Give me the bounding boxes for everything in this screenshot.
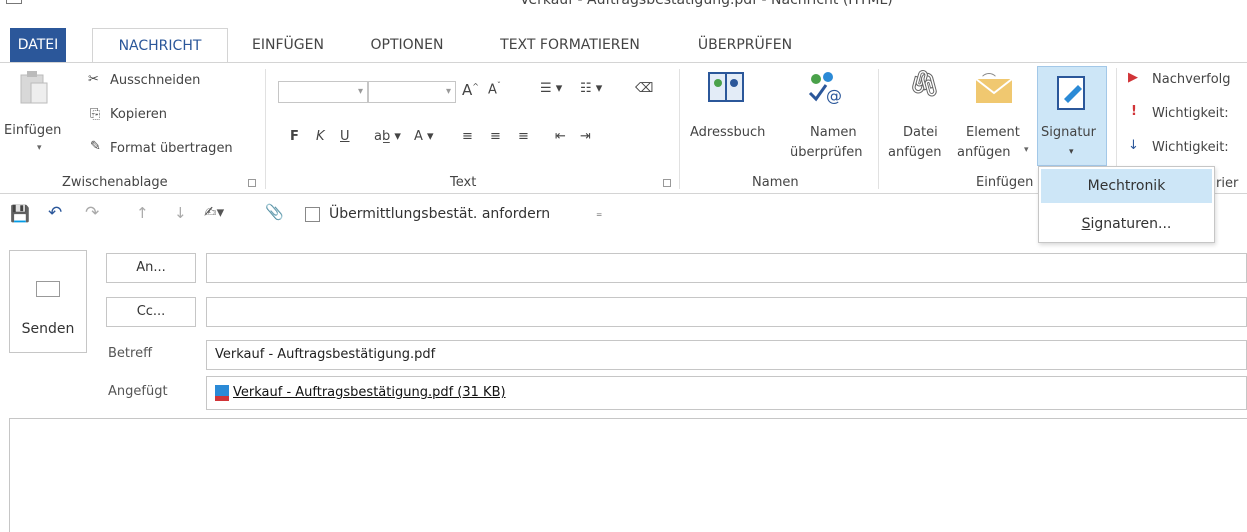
tab-format-text[interactable]: TEXT FORMATIEREN (480, 28, 660, 62)
signature-dropdown-icon: ▾ (1069, 147, 1074, 157)
cc-button[interactable]: Cc... (106, 297, 196, 327)
paste-button[interactable]: Einfügen (4, 123, 61, 138)
title-bar: Verkauf - Auftragsbestätigung.pdf - Nach… (0, 0, 1247, 24)
check-names-icon: @ (806, 71, 842, 109)
tab-insert[interactable]: EINFÜGEN (236, 28, 340, 62)
pdf-file-icon (215, 384, 229, 401)
signature-menu-item-signatures[interactable]: Signaturen... (1041, 207, 1212, 241)
message-body[interactable] (9, 418, 1247, 532)
format-painter-button[interactable]: Format übertragen (110, 141, 233, 156)
clipboard-launcher-icon[interactable] (248, 179, 256, 187)
window-icon[interactable] (6, 0, 22, 4)
copy-button[interactable]: Kopieren (110, 107, 167, 122)
underline-button[interactable]: U (340, 129, 350, 144)
high-importance-icon: ! (1131, 104, 1137, 119)
subject-field[interactable]: Verkauf - Auftragsbestätigung.pdf (206, 340, 1247, 370)
numbering-icon[interactable]: ☷ ▾ (580, 81, 602, 96)
paste-dropdown-icon[interactable]: ▾ (37, 143, 42, 153)
attach-item-line1[interactable]: Element (966, 125, 1020, 140)
bold-button[interactable]: F (290, 129, 299, 144)
next-item-icon[interactable]: ↓ (174, 204, 187, 222)
group-label-names: Namen (752, 175, 799, 190)
undo-icon[interactable]: ↶ (48, 203, 62, 223)
cut-icon: ✂ (88, 72, 99, 87)
attach-item-line2[interactable]: anfügen (957, 145, 1011, 160)
bullets-icon[interactable]: ☰ ▾ (540, 81, 562, 96)
cc-field[interactable] (206, 297, 1247, 327)
font-name-combo[interactable]: ▾ (278, 81, 368, 103)
align-center-icon[interactable]: ≡ (490, 129, 501, 144)
font-color-icon[interactable]: A ▾ (414, 129, 434, 144)
check-names-line1[interactable]: Namen (810, 125, 857, 140)
signature-menu-item-mechtronik[interactable]: Mechtronik (1041, 169, 1212, 203)
attach-file-line1[interactable]: Datei (903, 125, 938, 140)
window-title: Verkauf - Auftragsbestätigung.pdf - Nach… (520, 0, 893, 8)
attach-file-line2[interactable]: anfügen (888, 145, 942, 160)
attachment-field[interactable]: Verkauf - Auftragsbestätigung.pdf (31 KB… (206, 376, 1247, 410)
tab-message[interactable]: NACHRICHT (92, 28, 228, 62)
delivery-receipt-checkbox[interactable] (305, 207, 320, 222)
signature-icon (1056, 75, 1088, 115)
group-label-clipboard: Zwischenablage (62, 175, 168, 190)
decrease-indent-icon[interactable]: ⇤ (555, 129, 566, 144)
low-importance-button[interactable]: Wichtigkeit: (1152, 140, 1229, 155)
send-button[interactable]: Senden (9, 250, 87, 353)
increase-indent-icon[interactable]: ⇥ (580, 129, 591, 144)
copy-icon: ⎘ (90, 107, 101, 122)
group-label-text: Text (450, 175, 477, 190)
tab-file[interactable]: DATEI (10, 28, 66, 62)
highlight-icon[interactable]: ab̲ ▾ (374, 129, 401, 144)
save-icon[interactable]: 💾 (10, 204, 30, 223)
follow-up-button[interactable]: Nachverfolg (1152, 72, 1231, 87)
cut-button[interactable]: Ausschneiden (110, 73, 200, 88)
format-painter-icon: ✎ (90, 139, 101, 154)
customize-icon[interactable]: ✍▾ (204, 203, 224, 221)
delivery-receipt-label[interactable]: Übermittlungsbestät. anfordern (329, 206, 550, 222)
attachment-link[interactable]: Verkauf - Auftragsbestätigung.pdf (31 KB… (233, 385, 506, 400)
signatures-label-rest: ignaturen... (1090, 216, 1172, 232)
high-importance-button[interactable]: Wichtigkeit: (1152, 106, 1229, 121)
previous-item-icon[interactable]: ↑ (136, 204, 149, 222)
group-label-insert: Einfügen (976, 175, 1034, 190)
shrink-font-icon[interactable]: Aˇ (488, 81, 501, 97)
font-size-combo[interactable]: ▾ (368, 81, 456, 103)
attached-label: Angefügt (108, 384, 168, 399)
svg-text:@: @ (826, 86, 842, 105)
low-importance-icon: ↓ (1128, 138, 1139, 153)
follow-up-flag-icon: ▶ (1128, 70, 1138, 85)
attach-item-dropdown-icon[interactable]: ▾ (1024, 145, 1029, 155)
group-label-tags-partial: rier (1216, 176, 1239, 191)
to-button[interactable]: An... (106, 253, 196, 283)
text-launcher-icon[interactable] (663, 179, 671, 187)
attach-qat-icon[interactable]: 📎 (265, 203, 284, 221)
send-envelope-icon (36, 281, 60, 297)
clear-formatting-icon[interactable]: ⌫ (635, 81, 653, 96)
attach-item-icon: ⌒ (972, 71, 1016, 109)
ribbon-tabs: DATEI NACHRICHT EINFÜGEN OPTIONEN TEXT F… (0, 28, 1247, 62)
paste-icon (18, 69, 50, 107)
address-book-button[interactable]: Adressbuch (690, 125, 765, 140)
check-names-line2[interactable]: überprüfen (790, 145, 862, 160)
tab-review[interactable]: ÜBERPRÜFEN (680, 28, 810, 62)
to-field[interactable] (206, 253, 1247, 283)
italic-button[interactable]: K (316, 129, 325, 144)
grow-font-icon[interactable]: A^ (462, 81, 479, 99)
paperclip-icon: 🖇 (908, 69, 942, 99)
qat-more-icon[interactable]: ₌ (596, 206, 602, 220)
signature-menu: Mechtronik Signaturen... (1038, 166, 1215, 243)
subject-label: Betreff (108, 346, 153, 361)
svg-text:⌒: ⌒ (982, 73, 996, 89)
send-label: Senden (21, 321, 75, 337)
align-right-icon[interactable]: ≡ (518, 129, 529, 144)
tab-options[interactable]: OPTIONEN (355, 28, 459, 62)
address-book-icon (708, 71, 744, 107)
align-left-icon[interactable]: ≡ (462, 129, 473, 144)
signature-label: Signatur (1041, 125, 1097, 140)
redo-icon[interactable]: ↷ (85, 203, 99, 223)
signature-button[interactable]: Signatur ▾ (1037, 66, 1107, 166)
